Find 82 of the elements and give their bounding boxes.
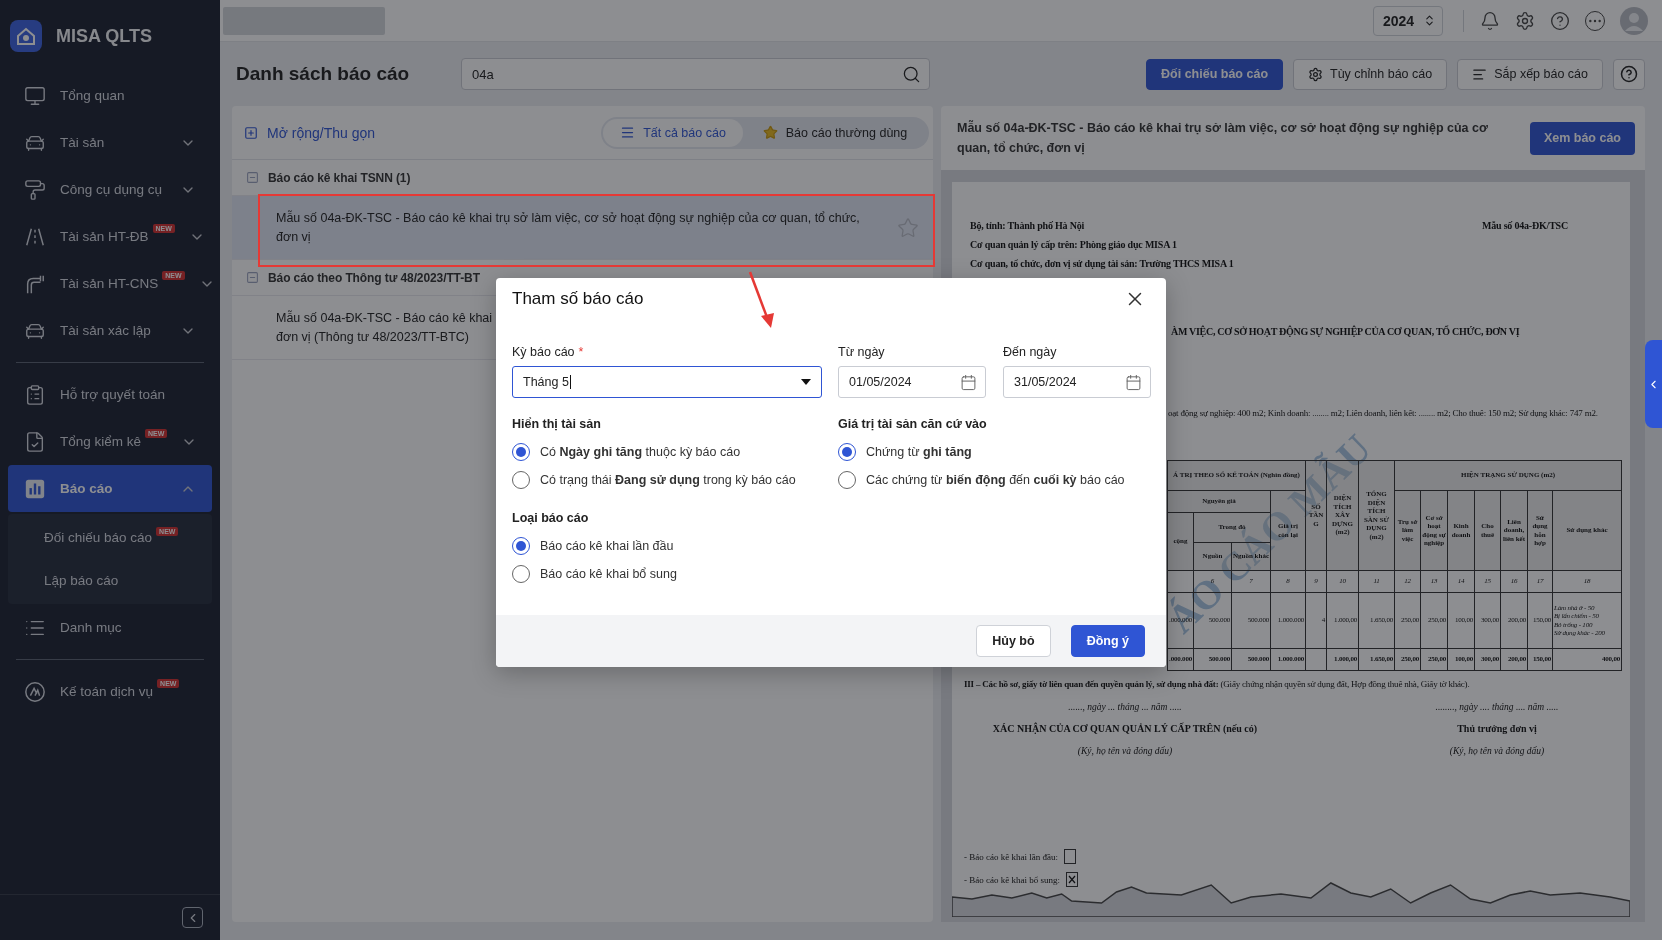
settings-icon[interactable] <box>1515 10 1535 31</box>
field-label: Kỳ báo cáo * <box>512 344 585 360</box>
option-label: Có Ngày ghi tăng thuộc kỳ báo cáo <box>540 445 741 459</box>
sidebar-item[interactable]: Tài sản <box>8 119 212 166</box>
sidebar-item[interactable]: Tổng quan <box>8 72 212 119</box>
option-label: Chứng từ ghi tăng <box>866 445 972 459</box>
logo-text: MISA QLTS <box>56 25 152 47</box>
option-label: Có trạng thái Đang sử dụng trong kỳ báo cáo <box>540 473 796 487</box>
date-field[interactable]: 31/05/2024 <box>1003 366 1151 398</box>
group-title: Báo cáo theo Thông tư 48/2023/TT-BT <box>268 270 480 285</box>
document-text: - Báo cáo kê khai bổ sung: <box>964 874 1060 885</box>
field-label: Từ ngày <box>838 344 886 360</box>
signature-date: ........, ngày .... tháng .... năm ..... <box>1435 701 1559 714</box>
option-label: Các chứng từ biến động đến cuối kỳ báo cáo <box>866 473 1125 487</box>
toolbar-button[interactable]: Sắp xếp báo cáo <box>1457 58 1603 90</box>
period-select[interactable]: Tháng 5 <box>512 366 822 398</box>
section-title: Hiển thị tài sản <box>512 416 602 432</box>
option-label: Báo cáo kê khai lần đầu <box>540 539 674 553</box>
document-text: oạt động sự nghiệp: 400 m2; Kinh doanh: ........ m2; Liên doanh, liên kết: ........ m2; Cho thuê: 150 m2; Sử dụng khác: 747 m2. <box>1167 407 1599 420</box>
year-select[interactable]: 2024 <box>1373 5 1443 36</box>
dialog-title: Tham số báo cáo <box>512 289 644 309</box>
sidebar-item[interactable]: Báo cáo <box>8 465 212 512</box>
bar-chart-icon <box>24 477 46 500</box>
page-title: Danh sách báo cáo <box>236 63 411 85</box>
help-icon[interactable] <box>1550 10 1570 31</box>
toolbar-button[interactable]: Tùy chỉnh báo cáo <box>1293 58 1448 90</box>
up-down-icon <box>1423 14 1436 27</box>
help-button[interactable] <box>1613 58 1645 90</box>
section-title: Loại báo cáo <box>512 510 590 526</box>
collapse-sidebar-button[interactable] <box>182 907 203 928</box>
expand-collapse-button[interactable]: Mở rộng/Thu gọn <box>244 124 375 141</box>
paint-roller-icon <box>24 178 46 201</box>
date-field[interactable]: 01/05/2024 <box>838 366 986 398</box>
signature-note: (Ký, họ tên và đóng dấu) <box>1077 745 1173 758</box>
filter-tab[interactable]: Báo cáo thường dùng <box>743 118 927 147</box>
signature-title: XÁC NHẬN CỦA CƠ QUAN QUẢN LÝ CẤP TRÊN (nếu có) <box>992 721 1258 736</box>
signature-title: Thủ trưởng đơn vị <box>1457 722 1537 736</box>
required-mark: * <box>578 345 584 359</box>
signature-date: ......, ngày ... tháng ... năm ..... <box>1068 701 1182 714</box>
view-report-button[interactable]: Xem báo cáo <box>1529 121 1635 155</box>
filter-tab[interactable]: Tất cả báo cáo <box>603 118 743 147</box>
confirm-button[interactable]: Đồng ý <box>1070 625 1145 657</box>
star-icon[interactable] <box>897 216 919 239</box>
field-label: Đến ngày <box>1003 344 1058 360</box>
clipboard-list-icon <box>24 383 46 406</box>
cancel-button[interactable]: Hủy bỏ <box>976 625 1051 657</box>
calendar-icon <box>1125 373 1142 391</box>
search-icon <box>902 64 921 84</box>
submenu-item[interactable]: Lập báo cáo <box>8 559 212 602</box>
document-text: Bộ, tỉnh: Thành phố Hà Nội <box>970 219 1086 233</box>
document-text: Cơ quan quản lý cấp trên: Phòng giáo dục MISA 1 <box>970 238 1178 252</box>
signature-note: (Ký, họ tên và đóng dấu) <box>1449 745 1545 758</box>
group-title: Báo cáo kê khai TSNN (1) <box>268 170 411 185</box>
form-code: Mẫu số 04a-ĐK/TSC <box>1481 219 1568 233</box>
sidebar-item[interactable]: Công cụ dụng cụ <box>8 166 212 213</box>
monitor-icon <box>24 84 46 107</box>
sidebar-item[interactable]: Hỗ trợ quyết toán <box>8 371 212 418</box>
file-check-icon <box>24 430 46 453</box>
circle-icon <box>24 680 46 703</box>
help-icon <box>1620 65 1638 83</box>
star-icon <box>762 125 778 140</box>
report-item[interactable]: Mẫu số 04a-ĐK-TSC - Báo cáo kê khai trụ sở làm việc, cơ sở hoạt động sự nghiệp của cơ quan, tổ chức, đơn vị <box>232 196 933 260</box>
report-title: Mẫu số 04a-ĐK-TSC - Báo cáo kê khai trụ sở làm việc, cơ sở hoạt động sự nghiệp của cơ quan, tổ chức, đơn vị <box>957 119 1489 157</box>
bell-icon[interactable] <box>1480 10 1500 31</box>
document-text: III – Các hồ sơ, giấy tờ liên quan đến quyền quản lý, sử dụng nhà đất: (Giấy chứng nhận quyền sử dụng đất, Hợp đồng thuê nhà, Giấy tờ khác). <box>964 679 1470 689</box>
menu-icon <box>620 125 636 140</box>
sidebar-item[interactable]: Danh mục <box>8 604 212 651</box>
document-title: ÀM VIỆC, CƠ SỞ HOẠT ĐỘNG SỰ NGHIỆP CỦA CƠ QUAN, TỔ CHỨC, ĐƠN VỊ <box>1170 324 1521 339</box>
gear-icon <box>1308 66 1323 82</box>
option-label: Báo cáo kê khai bổ sung <box>540 567 677 581</box>
side-panel-toggle[interactable] <box>1645 340 1662 428</box>
sidebar-item[interactable]: Tài sản xác lập <box>8 307 212 354</box>
search-field[interactable]: 04a <box>461 58 930 90</box>
document-text: - Báo cáo kê khai lần đầu: <box>964 851 1058 862</box>
calendar-icon <box>960 373 977 391</box>
section-title: Giá trị tài sản căn cứ vào <box>838 416 988 432</box>
align-left-icon <box>1472 66 1488 82</box>
document-text: Cơ quan, tổ chức, đơn vị sử dụng tài sản: Trường THCS MISA 1 <box>970 257 1234 271</box>
caret-icon <box>801 379 811 385</box>
plus-square-icon <box>244 125 258 140</box>
toolbar-button[interactable]: Đối chiếu báo cáo <box>1146 58 1283 90</box>
logo-icon <box>10 20 42 52</box>
